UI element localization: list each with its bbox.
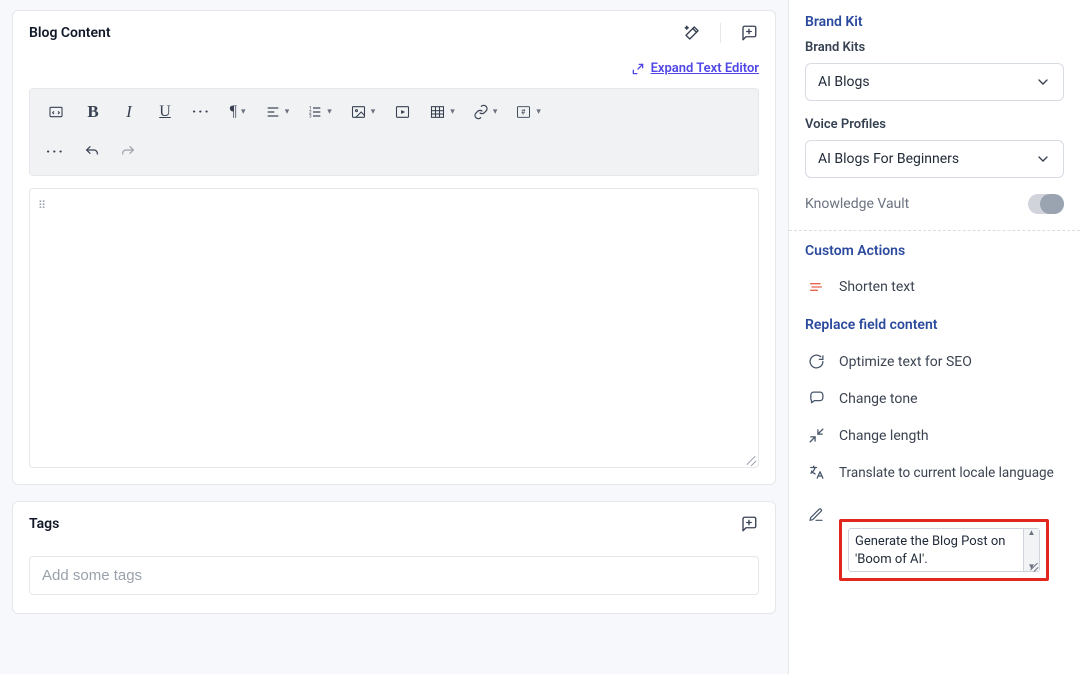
optimize-seo-label: Optimize text for SEO xyxy=(839,354,972,370)
header-divider xyxy=(720,23,721,43)
image-icon[interactable]: ▾ xyxy=(344,97,382,127)
brand-kits-label: Brand Kits xyxy=(805,40,1064,55)
editor-toolbar: B I U ··· ¶▾ ▾ 123 ▾ xyxy=(29,88,759,176)
brand-kits-value: AI Blogs xyxy=(818,74,870,90)
translate-icon xyxy=(805,464,827,481)
list-icon[interactable]: 123 ▾ xyxy=(301,97,338,127)
drag-handle-icon[interactable]: ⠿ xyxy=(38,199,47,212)
brand-kits-select[interactable]: AI Blogs xyxy=(805,63,1064,101)
right-sidebar: Brand Kit Brand Kits AI Blogs Voice Prof… xyxy=(788,0,1080,674)
svg-text:#: # xyxy=(521,108,526,117)
replace-content-heading: Replace field content xyxy=(805,317,1064,333)
ai-wand-icon[interactable] xyxy=(682,23,702,43)
italic-icon[interactable]: I xyxy=(114,97,144,127)
translate-action[interactable]: Translate to current locale language xyxy=(805,454,1064,491)
knowledge-vault-label: Knowledge Vault xyxy=(805,196,909,212)
knowledge-vault-toggle[interactable] xyxy=(1028,194,1064,214)
undo-icon[interactable] xyxy=(77,137,107,167)
refresh-icon xyxy=(805,353,827,370)
tags-card: Tags xyxy=(12,501,776,614)
resize-handle-icon[interactable] xyxy=(1027,559,1039,571)
chat-icon xyxy=(805,390,827,407)
shorten-text-label: Shorten text xyxy=(839,279,915,295)
custom-prompt-highlight: Generate the Blog Post on 'Boom of AI'. … xyxy=(839,519,1049,581)
hash-icon[interactable]: # ▾ xyxy=(509,97,547,127)
change-tone-action[interactable]: Change tone xyxy=(805,380,1064,417)
voice-profiles-value: AI Blogs For Beginners xyxy=(818,151,959,167)
change-length-action[interactable]: Change length xyxy=(805,417,1064,454)
change-tone-label: Change tone xyxy=(839,391,918,407)
more-actions-icon[interactable]: ··· xyxy=(40,137,71,167)
brand-kit-heading: Brand Kit xyxy=(805,14,1064,30)
blog-content-card: Blog Content Expand Text Editor xyxy=(12,10,776,485)
link-icon[interactable]: ▾ xyxy=(467,97,504,127)
sidebar-divider xyxy=(789,230,1080,231)
change-length-label: Change length xyxy=(839,428,929,444)
more-formatting-icon[interactable]: ··· xyxy=(186,97,217,127)
chevron-down-icon xyxy=(1035,74,1051,90)
resize-handle-icon[interactable] xyxy=(744,453,756,465)
voice-profiles-label: Voice Profiles xyxy=(805,117,1064,132)
expand-text-editor-link[interactable]: Expand Text Editor xyxy=(631,61,759,76)
shorten-icon xyxy=(805,279,827,295)
collapse-icon xyxy=(805,427,827,444)
expand-text-editor-label: Expand Text Editor xyxy=(651,61,759,76)
tags-input[interactable] xyxy=(42,567,746,584)
svg-text:3: 3 xyxy=(309,113,312,119)
voice-profiles-select[interactable]: AI Blogs For Beginners xyxy=(805,140,1064,178)
blog-content-title: Blog Content xyxy=(29,25,111,41)
tags-title: Tags xyxy=(29,516,59,532)
table-icon[interactable]: ▾ xyxy=(423,97,461,127)
bold-icon[interactable]: B xyxy=(78,97,108,127)
custom-prompt-input[interactable]: Generate the Blog Post on 'Boom of AI'. xyxy=(849,529,1023,571)
custom-actions-heading: Custom Actions xyxy=(805,243,1064,259)
underline-icon[interactable]: U xyxy=(150,97,180,127)
redo-icon[interactable] xyxy=(113,137,143,167)
align-icon[interactable]: ▾ xyxy=(259,97,296,127)
scrollbar[interactable]: ▲ ▼ xyxy=(1023,529,1039,571)
source-code-icon[interactable] xyxy=(40,97,72,127)
pencil-icon xyxy=(805,507,827,523)
paragraph-icon[interactable]: ¶▾ xyxy=(223,97,253,127)
add-tag-comment-icon[interactable] xyxy=(739,514,759,534)
add-comment-icon[interactable] xyxy=(739,23,759,43)
optimize-seo-action[interactable]: Optimize text for SEO xyxy=(805,343,1064,380)
editor-textarea[interactable]: ⠿ xyxy=(29,188,759,468)
translate-label: Translate to current locale language xyxy=(839,465,1054,481)
chevron-down-icon xyxy=(1035,151,1051,167)
media-icon[interactable] xyxy=(387,97,417,127)
shorten-text-action[interactable]: Shorten text xyxy=(805,269,1064,305)
